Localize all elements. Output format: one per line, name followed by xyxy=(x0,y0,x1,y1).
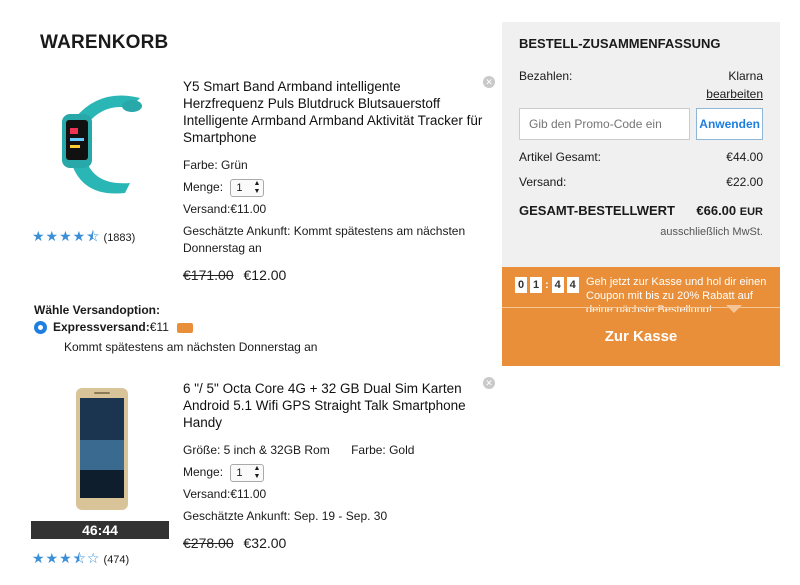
product-rating: ★★★⯪☆ (474) xyxy=(32,548,129,572)
product-image-smartband[interactable] xyxy=(30,78,170,218)
old-price: €171.00 xyxy=(183,267,234,283)
quantity-value: 1 xyxy=(236,466,243,479)
product-arrival: Geschätzte Ankunft: Sep. 19 - Sep. 30 xyxy=(183,509,388,523)
variant-row: Größe: 5 inch & 32GB Rom Farbe: Gold xyxy=(183,439,483,461)
items-total-row: Artikel Gesamt: €44.00 xyxy=(519,150,763,175)
edit-payment-link[interactable]: bearbeiten xyxy=(706,87,763,101)
cart-title: WARENKORB xyxy=(40,32,169,53)
items-total-label: Artikel Gesamt: xyxy=(519,150,602,164)
quantity-row: Menge: 1 ▲ ▼ xyxy=(183,461,483,483)
promo-code-input[interactable] xyxy=(519,108,691,140)
order-summary: BESTELL-ZUSAMMENFASSUNG Bezahlen: Klarna… xyxy=(502,22,780,267)
grand-total-row: GESAMT-BESTELLWERT €66.00 EUR xyxy=(519,203,763,218)
shipping-option: Wähle Versandoption: Expressversand:€11 … xyxy=(34,303,317,354)
product-size: Größe: 5 inch & 32GB Rom xyxy=(183,443,330,457)
countdown-separator: : xyxy=(545,279,549,291)
shipping-name: Expressversand: xyxy=(53,320,150,334)
countdown-digit: 4 xyxy=(566,277,579,293)
payment-label: Bezahlen: xyxy=(519,69,573,83)
chevron-down-icon xyxy=(726,305,742,313)
quantity-row: Menge: 1 ▲ ▼ xyxy=(183,176,483,198)
shipping-choice[interactable]: Expressversand:€11 xyxy=(34,320,317,335)
shipping-total-label: Versand: xyxy=(519,175,567,189)
star-icon: ★★★★⯪ xyxy=(32,228,101,244)
shipping-price: €11 xyxy=(149,320,169,334)
coupon-banner: 0 1 : 4 4 Geh jetzt zur Kasse und hol di… xyxy=(502,267,780,366)
vat-note: ausschließlich MwSt. xyxy=(660,226,763,238)
summary-title: BESTELL-ZUSAMMENFASSUNG xyxy=(519,36,721,51)
close-icon[interactable]: ✕ xyxy=(483,377,495,389)
countdown-digit: 4 xyxy=(551,277,564,293)
product-shipping: Versand:€11.00 xyxy=(183,202,267,216)
product-arrival: Geschätzte Ankunft: Kommt spätestens am … xyxy=(183,224,466,255)
promo-form: Anwenden xyxy=(519,108,763,140)
price-line: €278.00 €32.00 xyxy=(183,535,483,551)
quantity-label: Menge: xyxy=(183,465,224,479)
product-title[interactable]: 6 "/ 5" Octa Core 4G + 32 GB Dual Sim Ka… xyxy=(183,380,483,431)
product-color: Farbe: Gold xyxy=(351,443,415,457)
shipping-total-row: Versand: €22.00 xyxy=(519,175,763,197)
countdown-digit: 0 xyxy=(515,277,527,293)
select-arrows-icon: ▲ ▼ xyxy=(253,464,261,480)
shipping-total-value: €22.00 xyxy=(726,175,763,189)
radio-selected-icon[interactable] xyxy=(34,321,47,335)
truck-icon xyxy=(176,322,193,333)
product-color: Farbe: Grün xyxy=(183,158,248,172)
product-rating: ★★★★⯪ (1883) xyxy=(32,226,135,250)
current-price: €12.00 xyxy=(243,267,287,283)
countdown-digit: 1 xyxy=(530,277,542,293)
grand-total-value: €66.00 xyxy=(696,203,737,218)
quantity-select[interactable]: 1 ▲ ▼ xyxy=(230,463,265,482)
coupon-countdown: 0 1 : 4 4 xyxy=(515,277,579,293)
grand-total-currency: EUR xyxy=(739,206,763,218)
quantity-label: Menge: xyxy=(183,180,224,194)
product-title[interactable]: Y5 Smart Band Armband intelligente Herzf… xyxy=(183,78,483,146)
product-image-smartphone[interactable] xyxy=(30,380,170,525)
countdown-timer: 46:44 xyxy=(31,521,169,539)
shipping-heading: Wähle Versandoption: xyxy=(34,303,161,317)
apply-promo-button[interactable]: Anwenden xyxy=(696,108,763,140)
close-icon[interactable]: ✕ xyxy=(483,76,495,88)
quantity-select[interactable]: 1 ▲ ▼ xyxy=(230,178,265,197)
product-shipping: Versand:€11.00 xyxy=(183,487,267,501)
payment-method: Klarna xyxy=(728,69,763,83)
old-price: €278.00 xyxy=(183,535,234,551)
edit-row: bearbeiten xyxy=(519,87,763,101)
price-line: €171.00 €12.00 xyxy=(183,267,483,283)
checkout-button[interactable]: Zur Kasse xyxy=(502,317,780,357)
shipping-note: Kommt spätestens am nächsten Donnerstag … xyxy=(64,340,318,355)
current-price: €32.00 xyxy=(243,535,287,551)
payment-row: Bezahlen: Klarna xyxy=(519,69,763,87)
star-icon: ★★★⯪☆ xyxy=(32,550,101,566)
rating-count: (1883) xyxy=(103,232,136,244)
grand-total-label: GESAMT-BESTELLWERT xyxy=(519,203,675,218)
items-total-value: €44.00 xyxy=(726,150,763,164)
quantity-value: 1 xyxy=(236,181,243,194)
select-arrows-icon: ▲ ▼ xyxy=(253,179,261,195)
rating-count: (474) xyxy=(103,554,130,566)
